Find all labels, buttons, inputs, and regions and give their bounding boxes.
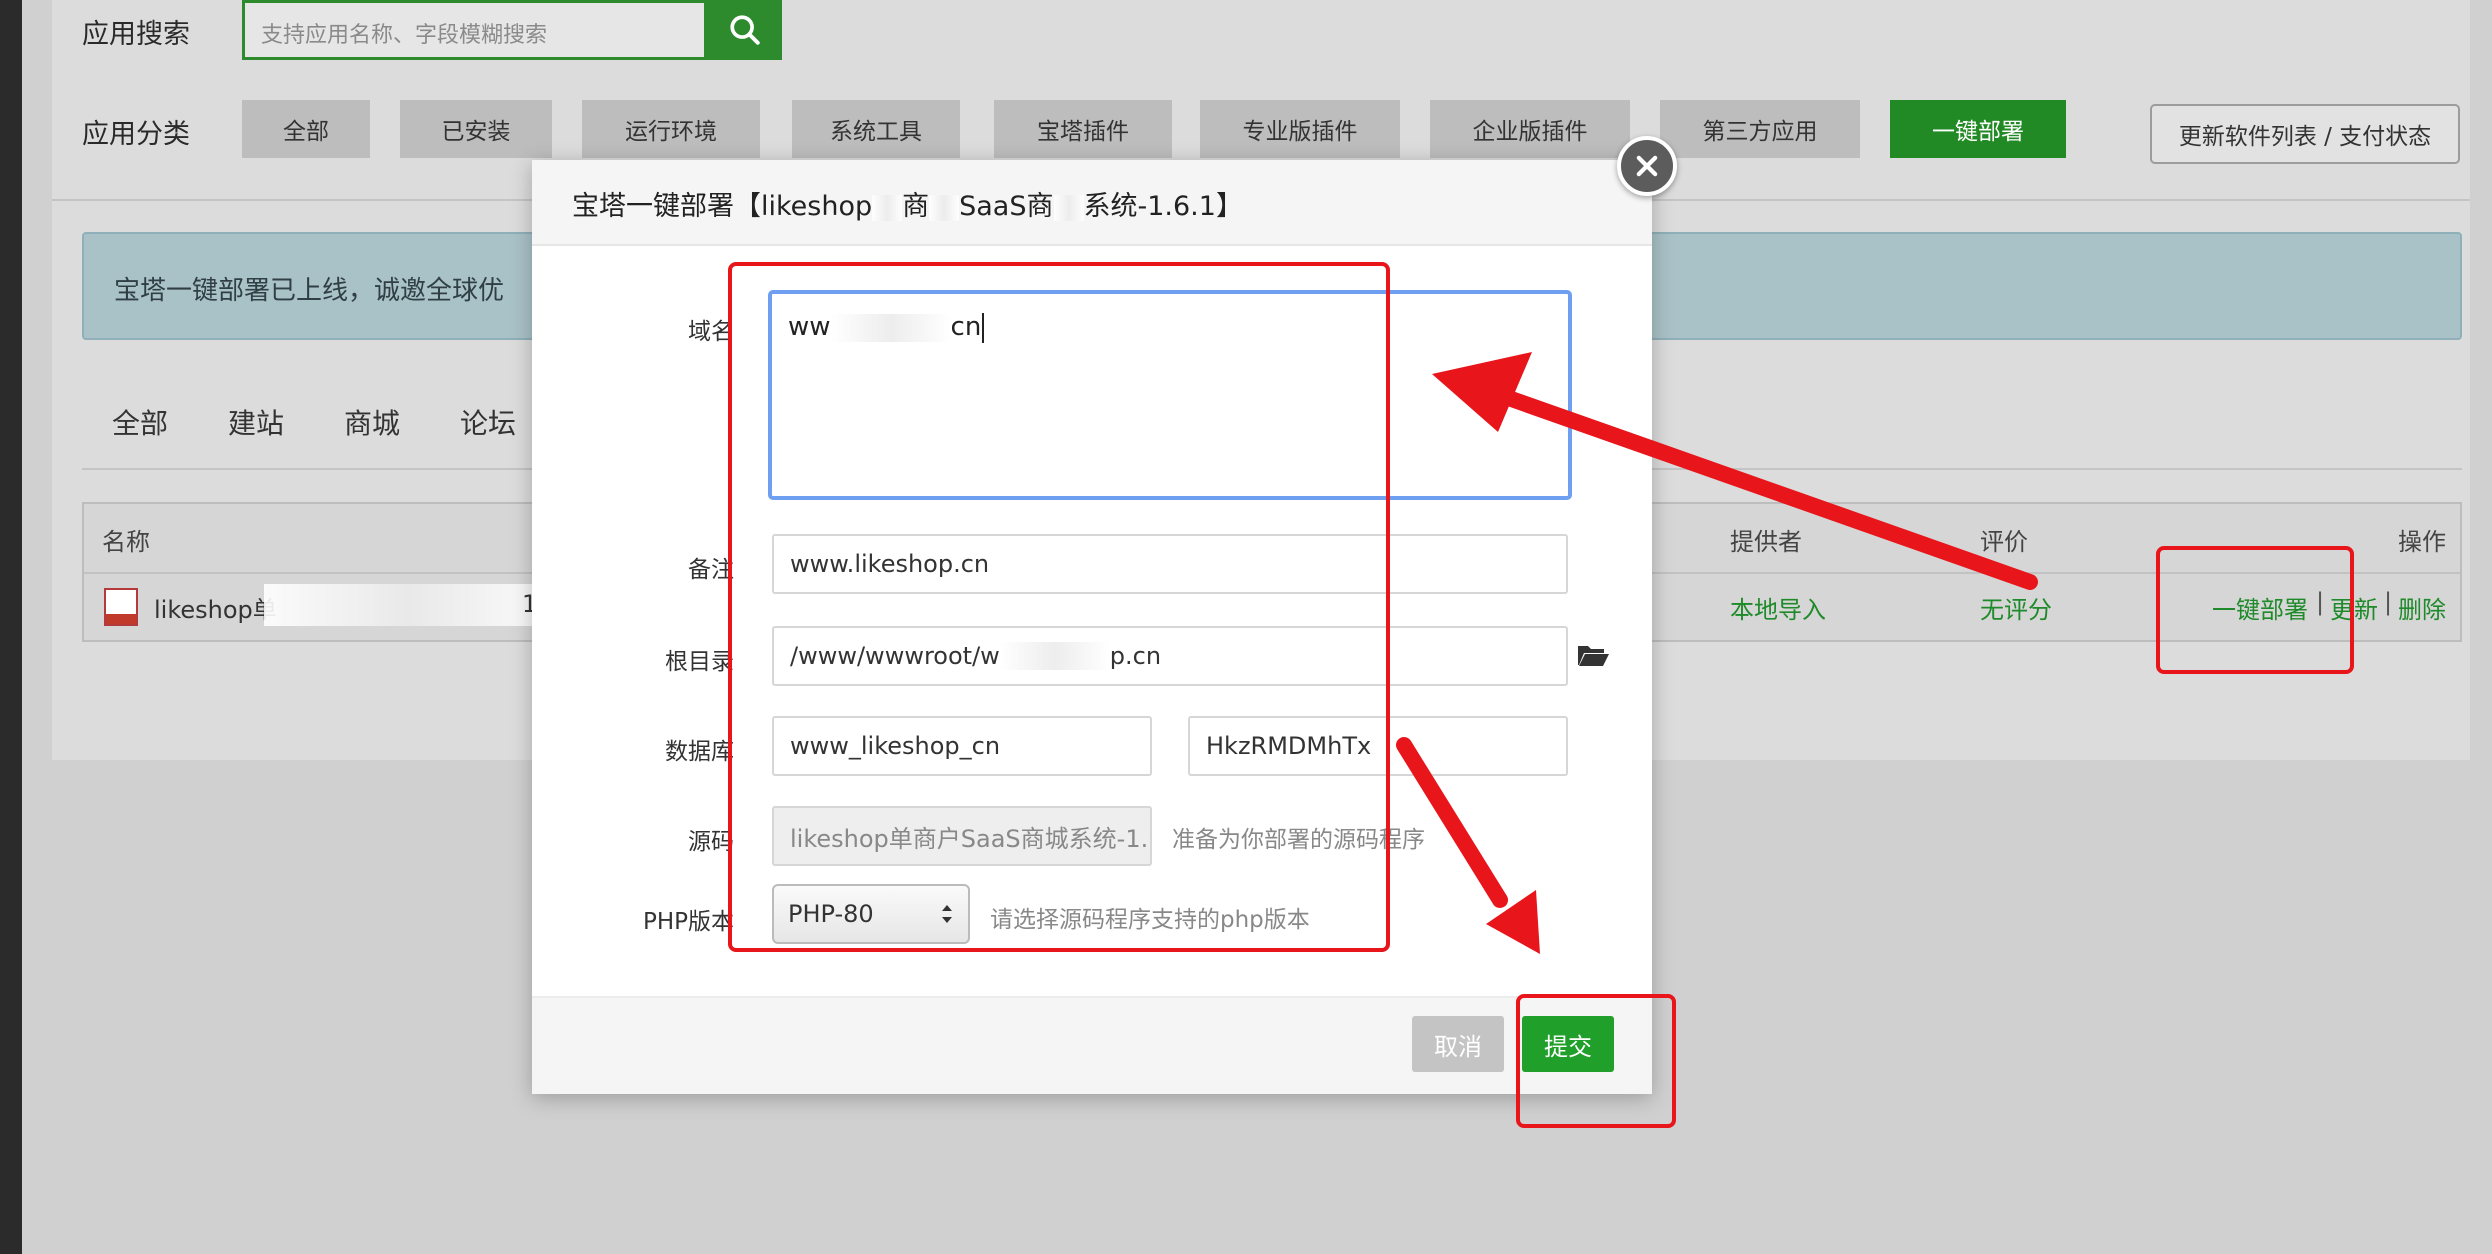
annotation-arrows xyxy=(1396,352,2038,954)
arrow-to-domain xyxy=(1492,387,2038,590)
arrow-to-submit xyxy=(1396,737,1508,908)
arrowhead-domain xyxy=(1432,352,1532,432)
